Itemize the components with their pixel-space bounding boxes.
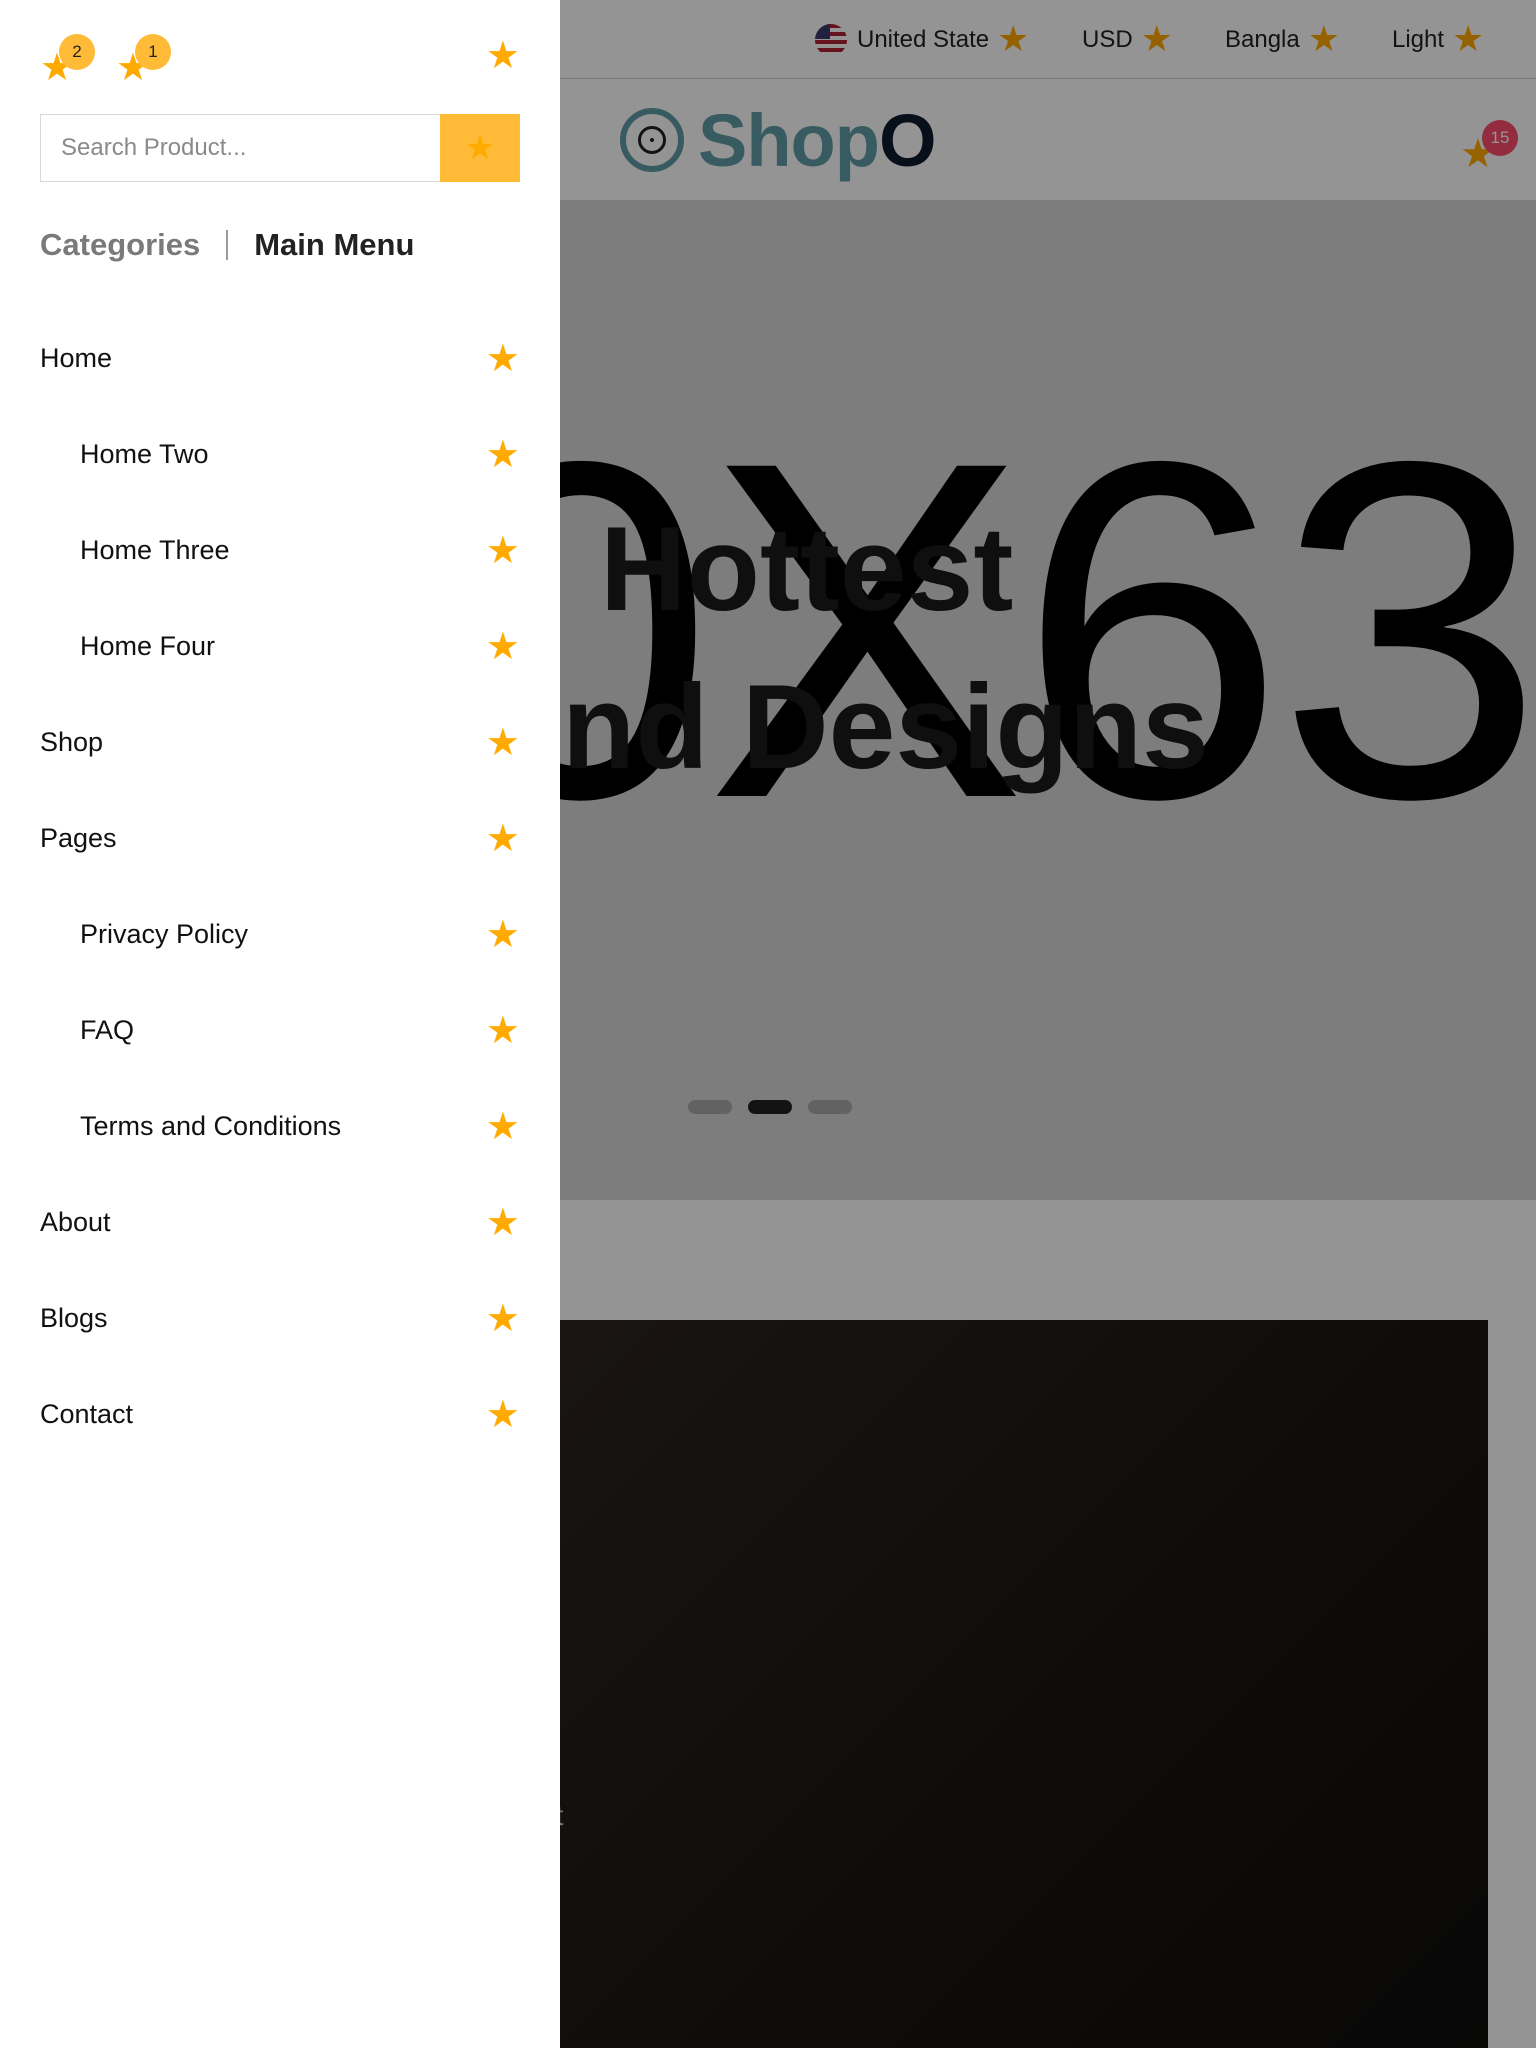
main-menu-list: Home ★ Home Two ★ Home Three ★ Home Four ★ Shop ★…	[40, 310, 520, 1462]
menu-star-icon: ★	[485, 1008, 520, 1052]
menu-star-icon: ★	[485, 432, 520, 476]
menu-item-label: Shop	[40, 726, 104, 757]
tab-main-menu[interactable]: Main Menu	[254, 227, 414, 263]
menu-item-faq[interactable]: FAQ ★	[40, 982, 520, 1078]
menu-star-icon: ★	[485, 624, 520, 668]
menu-item-home-two[interactable]: Home Two ★	[40, 406, 520, 502]
menu-item-label: Terms and Conditions	[80, 1110, 342, 1141]
drawer-search: ★	[40, 114, 520, 182]
wishlist-button[interactable]: ★ 2	[40, 34, 95, 86]
tab-categories[interactable]: Categories	[40, 227, 200, 263]
menu-item-home-four[interactable]: Home Four ★	[40, 598, 520, 694]
menu-item-label: Home	[40, 342, 113, 373]
menu-item-pages[interactable]: Pages ★	[40, 790, 520, 886]
menu-item-label: Home Two	[80, 438, 209, 469]
search-button[interactable]: ★	[440, 114, 520, 182]
menu-star-icon: ★	[485, 720, 520, 764]
menu-item-contact[interactable]: Contact ★	[40, 1366, 520, 1462]
tab-divider	[226, 230, 229, 260]
menu-star-icon: ★	[485, 1104, 520, 1148]
menu-star-icon: ★	[485, 336, 520, 380]
menu-star-icon: ★	[485, 1200, 520, 1244]
drawer-toolbar: ★ 2 ★ 1 ★	[40, 22, 520, 86]
menu-item-label: Privacy Policy	[80, 918, 249, 949]
menu-item-label: Home Four	[80, 630, 216, 661]
menu-item-blogs[interactable]: Blogs ★	[40, 1270, 520, 1366]
menu-item-terms-and-conditions[interactable]: Terms and Conditions ★	[40, 1078, 520, 1174]
search-input[interactable]	[41, 115, 440, 181]
menu-item-home[interactable]: Home ★	[40, 310, 520, 406]
menu-item-label: FAQ	[80, 1014, 135, 1045]
menu-item-label: Pages	[40, 822, 117, 853]
menu-item-label: Blogs	[40, 1302, 108, 1333]
wishlist-count-badge: 2	[59, 34, 95, 70]
compare-count-badge: 1	[135, 34, 171, 70]
menu-item-shop[interactable]: Shop ★	[40, 694, 520, 790]
close-drawer-star-icon[interactable]: ★	[486, 36, 520, 74]
menu-star-icon: ★	[485, 528, 520, 572]
menu-star-icon: ★	[485, 912, 520, 956]
menu-star-icon: ★	[485, 816, 520, 860]
menu-item-label: Home Three	[80, 534, 230, 565]
menu-item-about[interactable]: About ★	[40, 1174, 520, 1270]
search-star-icon: ★	[464, 128, 496, 168]
drawer-tabs: Categories Main Menu	[40, 222, 414, 268]
menu-item-home-three[interactable]: Home Three ★	[40, 502, 520, 598]
compare-button[interactable]: ★ 1	[116, 34, 171, 86]
mobile-menu-drawer: ★ 2 ★ 1 ★ ★ Categories Main Menu Home★Ho…	[0, 0, 560, 2048]
menu-item-label: Contact	[40, 1398, 134, 1429]
menu-star-icon: ★	[485, 1296, 520, 1340]
menu-item-privacy-policy[interactable]: Privacy Policy ★	[40, 886, 520, 982]
menu-star-icon: ★	[485, 1392, 520, 1436]
menu-item-label: About	[40, 1206, 111, 1237]
